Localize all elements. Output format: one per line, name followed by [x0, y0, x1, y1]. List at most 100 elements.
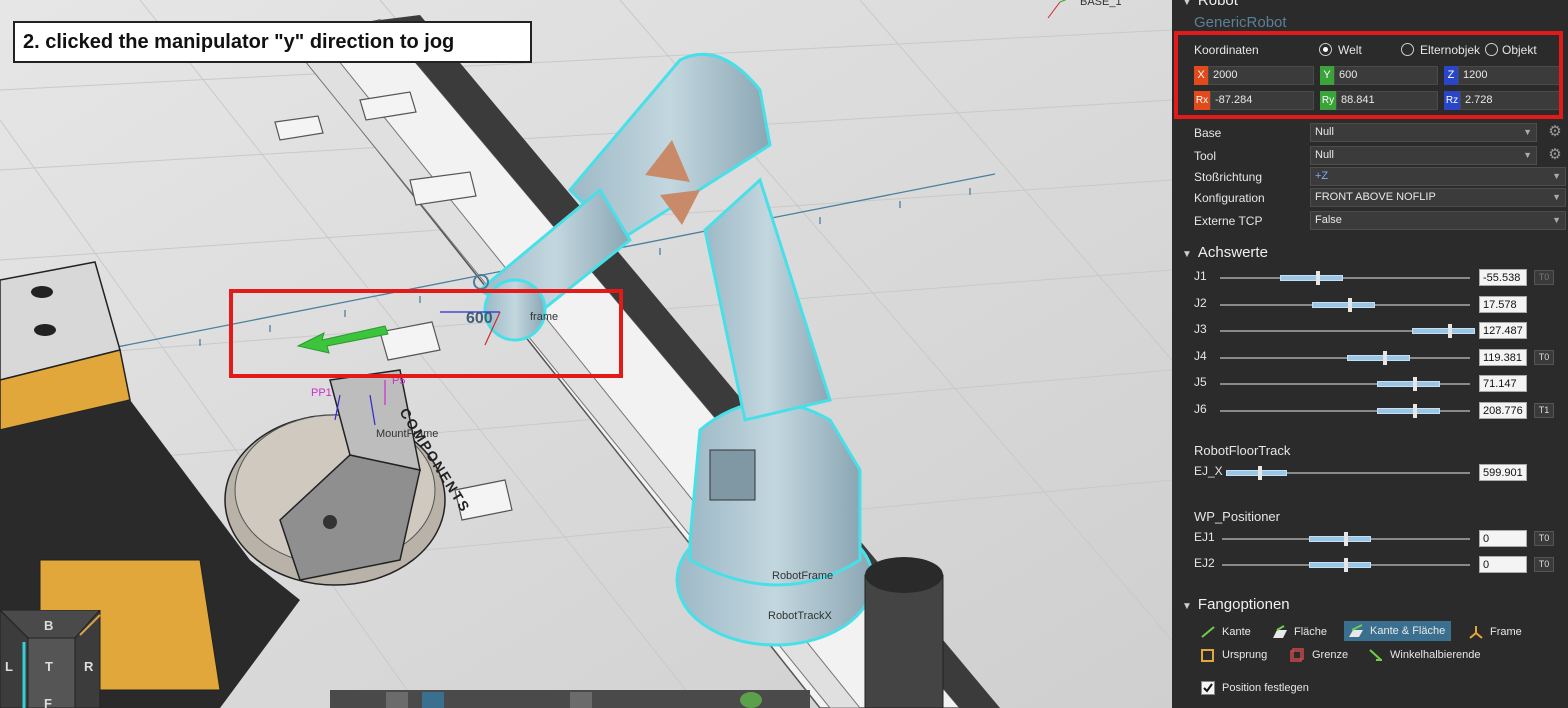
snap-edge[interactable]: Kante — [1200, 622, 1251, 642]
joint-range-j6 — [1377, 407, 1440, 414]
manipulator-highlight-box — [229, 289, 623, 378]
snap-face[interactable]: Fläche — [1272, 622, 1327, 642]
base-frame-label: BASE_1 — [1080, 0, 1122, 8]
joint-slider-thumb-j3[interactable] — [1448, 324, 1452, 338]
view-cube-bottom-label[interactable]: F — [44, 696, 52, 708]
fix-position-checkbox[interactable] — [1201, 681, 1215, 695]
external-tcp-dropdown[interactable]: False ▼ — [1310, 211, 1566, 230]
joint-value-ej2[interactable]: 0 — [1479, 556, 1527, 573]
external-tcp-value: False — [1315, 214, 1342, 226]
joint-value-j1[interactable]: -55.538 — [1479, 269, 1527, 286]
face-icon — [1273, 625, 1287, 639]
robot-track-label: RobotTrackX — [768, 610, 832, 622]
snap-bounds[interactable]: Grenze — [1290, 645, 1348, 665]
view-cube-center-label[interactable]: T — [45, 659, 53, 674]
joint-slider-thumb-ej-x[interactable] — [1258, 466, 1262, 480]
joint-slider-thumb-j2[interactable] — [1348, 297, 1352, 312]
snap-frame[interactable]: Frame — [1468, 622, 1522, 642]
collapse-triangle-icon: ▼ — [1182, 0, 1192, 8]
coordinates-highlight-box — [1174, 31, 1563, 119]
snap-origin[interactable]: Ursprung — [1200, 645, 1267, 665]
joint-values-header[interactable]: ▼ Achswerte — [1182, 244, 1268, 261]
view-cube-right-label[interactable]: R — [84, 659, 93, 674]
joint-label-j6: J6 — [1194, 401, 1207, 416]
joint-range-j3 — [1412, 328, 1475, 334]
bounds-icon — [1290, 648, 1304, 662]
joint-range-j5 — [1377, 381, 1440, 387]
joint-range-ej1 — [1309, 536, 1371, 542]
joint-value-j2[interactable]: 17.578 — [1479, 295, 1527, 313]
toolbar-icon-d[interactable] — [740, 692, 762, 708]
approach-direction-value: +Z — [1315, 170, 1329, 182]
bisector-icon — [1369, 649, 1382, 662]
external-tcp-label: Externe TCP — [1194, 214, 1263, 228]
view-cube-left-label[interactable]: L — [5, 659, 13, 674]
joint-value-j6[interactable]: 208.776 — [1479, 401, 1527, 419]
snap-options-header[interactable]: ▼ Fangoptionen — [1182, 596, 1290, 613]
chevron-down-icon: ▼ — [1523, 150, 1532, 160]
edge-icon — [1201, 626, 1215, 638]
robot-name: GenericRobot — [1194, 14, 1287, 31]
joint-value-ej-x[interactable]: 599.901 — [1479, 464, 1527, 481]
joint-label-j1: J1 — [1194, 269, 1207, 283]
joint-range-ej-x — [1226, 470, 1287, 476]
view-cube[interactable]: B L T R F — [0, 610, 105, 708]
collapse-triangle-icon: ▼ — [1182, 601, 1192, 612]
snap-frame-label: Frame — [1490, 626, 1522, 638]
joint-label-ej2: EJ2 — [1194, 556, 1215, 570]
joint-track-j4[interactable] — [1220, 356, 1470, 359]
joint-slider-thumb-j5[interactable] — [1413, 377, 1417, 391]
configuration-dropdown[interactable]: FRONT ABOVE NOFLIP ▼ — [1310, 188, 1566, 207]
joint-range-j4 — [1347, 354, 1410, 361]
chevron-down-icon: ▼ — [1523, 127, 1532, 137]
base-dropdown[interactable]: Null ▼ — [1310, 123, 1537, 142]
joint-tool-toggle-ej1[interactable]: T0 — [1534, 531, 1554, 546]
joint-slider-thumb-j6[interactable] — [1413, 403, 1417, 418]
joint-tool-toggle-j1[interactable]: T0 — [1534, 270, 1554, 285]
3d-viewport[interactable]: BASE_1 600 frame PP1 P5 MountFrame Robot… — [0, 0, 1172, 708]
configuration-value: FRONT ABOVE NOFLIP — [1315, 191, 1436, 203]
joint-slider-thumb-j1[interactable] — [1316, 271, 1320, 285]
approach-direction-label: Stoßrichtung — [1194, 170, 1263, 184]
robot-section-header[interactable]: ▼ Robot — [1182, 0, 1238, 9]
frame-icon — [1469, 626, 1483, 639]
robot-frame-label: RobotFrame — [772, 570, 834, 582]
instruction-caption: 2. clicked the manipulator "y" direction… — [13, 21, 532, 63]
snap-edge-and-face[interactable]: Kante & Fläche — [1344, 621, 1452, 641]
chevron-down-icon: ▼ — [1552, 192, 1561, 202]
base-label: Base — [1194, 126, 1222, 140]
toolbar-icon-c[interactable] — [570, 692, 592, 708]
snap-bounds-label: Grenze — [1312, 649, 1349, 661]
snap-bisector-label: Winkelhalbierende — [1390, 649, 1481, 661]
joint-tool-toggle-j4[interactable]: T0 — [1534, 349, 1554, 365]
snap-bisector[interactable]: Winkelhalbierende — [1368, 645, 1481, 665]
configuration-label: Konfiguration — [1194, 191, 1265, 205]
chevron-down-icon: ▼ — [1552, 171, 1561, 181]
joint-value-j4[interactable]: 119.381 — [1479, 348, 1527, 366]
base-gear-icon[interactable]: ⚙ — [1547, 124, 1563, 140]
joint-track-j1[interactable] — [1220, 277, 1470, 279]
joint-value-j3[interactable]: 127.487 — [1479, 322, 1527, 339]
approach-direction-dropdown[interactable]: +Z ▼ — [1310, 167, 1566, 186]
tool-dropdown[interactable]: Null ▼ — [1310, 146, 1537, 165]
tool-gear-icon[interactable]: ⚙ — [1547, 147, 1563, 163]
joint-slider-thumb-j4[interactable] — [1383, 350, 1387, 365]
joint-label-j5: J5 — [1194, 375, 1207, 389]
joint-value-j5[interactable]: 71.147 — [1479, 375, 1527, 392]
origin-icon — [1201, 649, 1214, 663]
joint-tool-toggle-j6[interactable]: T1 — [1534, 402, 1554, 418]
toolbar-icon-b[interactable] — [422, 692, 444, 708]
view-cube-top-label[interactable]: B — [44, 618, 53, 633]
checkmark-icon — [1203, 683, 1213, 693]
snap-options-title: Fangoptionen — [1197, 596, 1290, 613]
toolbar-icon-a[interactable] — [386, 692, 408, 708]
joint-slider-thumb-ej1[interactable] — [1344, 532, 1348, 546]
fix-position-label[interactable]: Position festlegen — [1222, 682, 1309, 694]
snap-face-label: Fläche — [1294, 626, 1328, 638]
joint-tool-toggle-ej2[interactable]: T0 — [1534, 557, 1554, 572]
joint-slider-thumb-ej2[interactable] — [1344, 558, 1348, 572]
joint-range-j1 — [1280, 275, 1343, 281]
base-dropdown-value: Null — [1315, 126, 1334, 138]
joint-value-ej1[interactable]: 0 — [1479, 530, 1527, 547]
joint-label-ej-x: EJ_X — [1194, 464, 1223, 478]
